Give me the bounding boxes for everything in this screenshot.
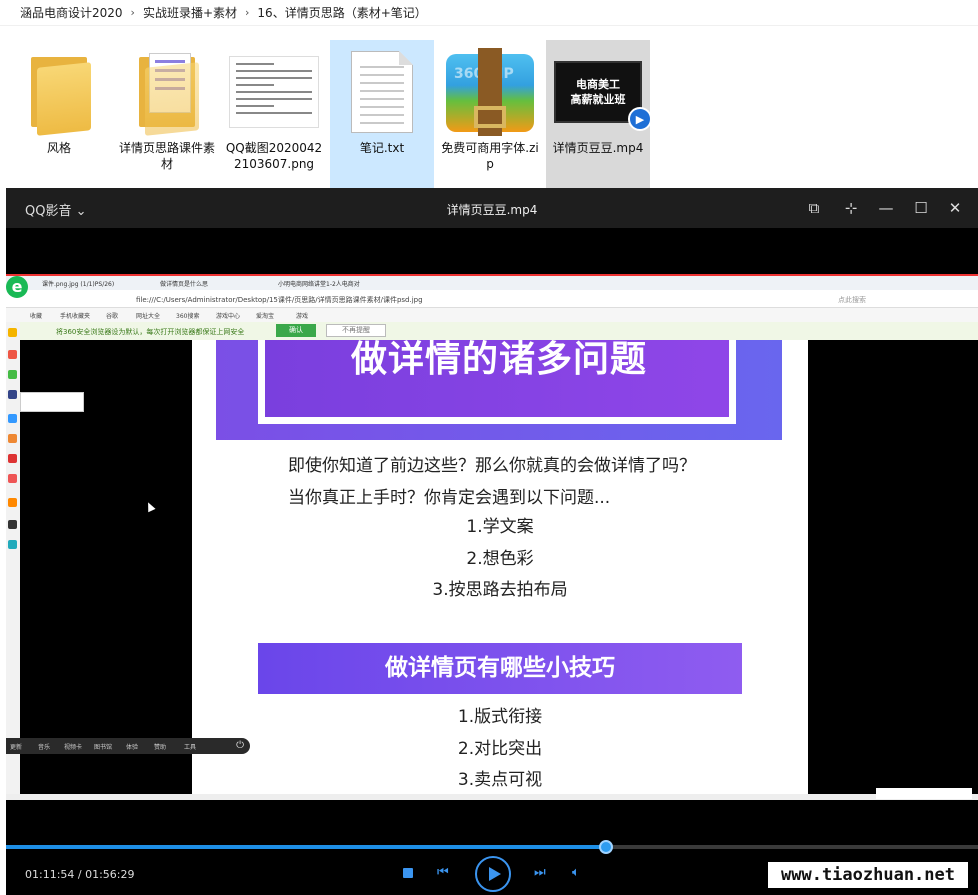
list-item: 1.版式衔接	[457, 707, 543, 727]
stop-button[interactable]	[403, 868, 413, 878]
headline-text: 做详情的诸多问题	[350, 339, 647, 380]
volume-icon[interactable]: 🔈︎	[572, 865, 580, 880]
browser-dock: 更新 音乐 视频卡 图书馆 体验 赞助 工具 ⏻	[6, 738, 250, 754]
search-box-text: 点此搜索	[838, 296, 866, 304]
browser-tab: 课件.png.jpg (1/1)PS/26)	[42, 281, 115, 288]
zip-archive-icon: 360 ZIP	[442, 44, 538, 140]
window-title: 详情页豆豆.mp4	[446, 203, 538, 217]
progress-bar[interactable]	[6, 840, 978, 854]
breadcrumb: 涵品电商设计2020 › 实战班录播+素材 › 16、详情页思路（素材+笔记）	[0, 0, 978, 26]
slide-page: 做详情的诸多问题 即使你知道了前边这些？那么你就真的会做详情了吗？ 当你真正上手…	[192, 339, 808, 797]
browser-address-bar: file:///C:/Users/Administrator/Desktop/1…	[6, 290, 978, 308]
text-file-icon	[334, 44, 430, 140]
browser-tabs: 课件.png.jpg (1/1)PS/26) 做详情页是什么思 小明电商网络讲堂…	[6, 276, 978, 290]
video-frame[interactable]: 课件.png.jpg (1/1)PS/26) 做详情页是什么思 小明电商网络讲堂…	[6, 274, 978, 800]
file-name: QQ截图20200422103607.png	[225, 141, 323, 171]
minimize-button[interactable]: —	[876, 198, 896, 218]
screenshot-icon[interactable]: ⧉	[804, 198, 824, 218]
video-thumbnail: 电商美工 高薪就业班 ▶	[550, 44, 652, 140]
file-grid: 风格 详情页思路课件素材 QQ截图20200422103607.png 笔记.t…	[0, 40, 978, 188]
progress-handle[interactable]	[598, 840, 613, 854]
thumb-text: 高薪就业班	[570, 93, 626, 106]
breadcrumb-item[interactable]: 涵品电商设计2020	[20, 4, 123, 21]
problem-list: 1.学文案 2.想色彩 3.按思路去拍布局	[192, 512, 808, 607]
power-icon: ⏻	[236, 740, 244, 751]
folder-icon	[11, 44, 107, 140]
browser-status-tag	[876, 788, 972, 799]
file-name: 详情页豆豆.mp4	[552, 141, 644, 155]
mouse-cursor-icon	[144, 500, 156, 513]
headline-banner: 做详情的诸多问题	[216, 339, 782, 440]
browser-status-bar	[6, 794, 978, 800]
list-item: 3.卖点可视	[457, 770, 543, 790]
file-item[interactable]: 详情页思路课件素材	[115, 40, 219, 188]
file-name: 笔记.txt	[359, 141, 405, 155]
chevron-right-icon: ›	[245, 6, 250, 19]
thumb-text: 电商美工	[576, 78, 620, 91]
browser-tab: 小明电商网络讲堂1-2人电商对	[278, 281, 360, 288]
file-name: 风格	[46, 141, 71, 155]
next-button[interactable]: ⏭	[534, 865, 546, 880]
png-thumbnail	[226, 44, 322, 140]
maximize-button[interactable]: ☐	[911, 198, 931, 218]
breadcrumb-item[interactable]: 16、详情页思路（素材+笔记）	[257, 4, 426, 21]
intro-text: 即使你知道了前边这些？那么你就真的会做详情了吗？ 当你真正上手时？你肯定会遇到以…	[288, 456, 696, 508]
pin-icon[interactable]: ⊹	[841, 198, 861, 218]
file-item[interactable]: 笔记.txt	[330, 40, 434, 188]
desktop-screenshot: 涵品电商设计2020 › 实战班录播+素材 › 16、详情页思路（素材+笔记） …	[0, 0, 978, 895]
tips-list: 1.版式衔接 2.对比突出 3.卖点可视	[192, 702, 808, 797]
site-watermark: www.tiaozhuan.net	[768, 862, 968, 888]
qq-player-badge-icon: ▶	[628, 107, 652, 131]
play-button[interactable]	[475, 856, 511, 892]
chevron-right-icon: ›	[130, 6, 135, 19]
file-item[interactable]: 风格	[7, 40, 111, 188]
previous-button[interactable]: ⏮	[437, 865, 449, 880]
progress-fill	[6, 845, 606, 849]
list-item: 2.对比突出	[457, 738, 543, 759]
file-item[interactable]: 电商美工 高薪就业班 ▶ 详情页豆豆.mp4	[546, 40, 652, 188]
browser-bookmarks: 收藏 手机收藏夹 谷歌 网址大全 360搜索 游戏中心 爱淘宝 游戏	[6, 308, 978, 322]
list-item: 1.学文案	[466, 517, 534, 537]
file-item[interactable]: QQ截图20200422103607.png	[222, 40, 326, 188]
file-item[interactable]: 360 ZIP 免费可商用字体.zip	[438, 40, 542, 188]
time-display: 01:11:54 / 01:56:29	[25, 868, 135, 881]
video-player-window: QQ影音 ⌄ 详情页豆豆.mp4 ⧉ ⊹ — ☐ ✕ 课件.png.jpg (1…	[6, 188, 978, 895]
browser-logo-icon: e	[6, 276, 28, 298]
player-titlebar: QQ影音 ⌄ 详情页豆豆.mp4 ⧉ ⊹ — ☐ ✕	[6, 188, 978, 228]
list-item: 3.按思路去拍布局	[432, 580, 568, 600]
close-button[interactable]: ✕	[945, 198, 965, 218]
folder-icon	[119, 44, 215, 140]
browser-sidebar	[6, 322, 20, 800]
sidebar-tooltip	[20, 392, 84, 412]
list-item: 2.想色彩	[466, 548, 534, 569]
file-name: 详情页思路课件素材	[118, 141, 215, 171]
browser-tab: 做详情页是什么思	[160, 281, 209, 288]
section-banner: 做详情页有哪些小技巧	[258, 643, 742, 694]
breadcrumb-item[interactable]: 实战班录播+素材	[143, 4, 237, 21]
address-text: file:///C:/Users/Administrator/Desktop/1…	[136, 296, 423, 304]
file-name: 免费可商用字体.zip	[441, 141, 539, 171]
